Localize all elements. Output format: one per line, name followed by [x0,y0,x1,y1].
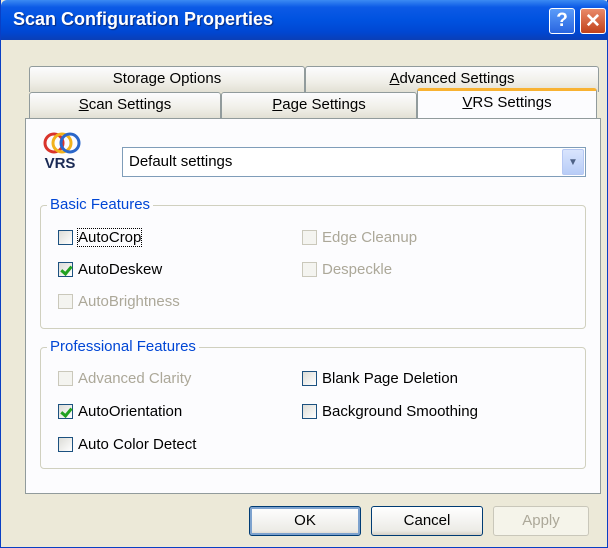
checkbox-label: AutoCrop [76,227,143,247]
window-title: Scan Configuration Properties [13,9,274,29]
tab-label: Storage Options [112,70,222,87]
tab-vrs-settings[interactable]: VRS Settings [417,88,597,118]
vrs-profile-select[interactable]: Default settings ▼ [122,147,586,177]
checkbox-box[interactable] [58,261,73,277]
professional-features-title: Professional Features [47,338,199,355]
advanced-clarity-checkbox[interactable]: Advanced Clarity [58,367,191,389]
vrs-profile-value: Default settings [129,153,233,170]
chevron-down-icon[interactable]: ▼ [562,149,584,175]
dialog-window: Scan Configuration Properties ? ✕ Storag… [0,0,608,548]
auto-color-detect-checkbox[interactable]: Auto Color Detect [58,433,196,455]
checkbox-label: Background Smoothing [322,402,478,420]
background-smoothing-checkbox[interactable]: Background Smoothing [302,400,478,422]
close-button[interactable]: ✕ [580,8,606,34]
checkbox-box[interactable] [58,229,73,245]
blank-page-deletion-checkbox[interactable]: Blank Page Deletion [302,367,458,389]
checkbox-box[interactable] [302,229,317,245]
tab-label: Page Settings [272,96,366,113]
checkbox-box[interactable] [58,436,73,452]
vrs-logo-icon: VRS [40,129,84,177]
vrs-settings-panel: VRS Default settings ▼ Basic Features Au… [25,118,601,494]
checkbox-box[interactable] [302,261,317,277]
vrs-logo-text: VRS [44,155,76,172]
checkbox-box[interactable] [58,403,73,419]
tab-scan-settings[interactable]: Scan Settings [29,92,221,118]
cancel-button[interactable]: Cancel [371,506,483,536]
despeckle-checkbox[interactable]: Despeckle [302,258,392,280]
help-icon: ? [556,10,568,31]
close-icon: ✕ [585,10,601,32]
tab-label: Scan Settings [78,96,172,113]
checkbox-box[interactable] [302,403,317,419]
ok-button[interactable]: OK [249,506,361,536]
title-bar: Scan Configuration Properties ? ✕ [1,0,608,40]
checkbox-label: AutoDeskew [78,260,163,278]
tab-label: VRS Settings [462,94,552,111]
checkbox-box[interactable] [58,370,73,386]
checkbox-label: Advanced Clarity [78,369,192,387]
tab-label: Advanced Settings [389,70,515,87]
checkbox-label: AutoOrientation [78,402,183,420]
checkbox-box[interactable] [302,370,317,386]
apply-button[interactable]: Apply [493,506,589,536]
autodeskew-checkbox[interactable]: AutoDeskew [58,258,162,280]
basic-features-title: Basic Features [47,196,154,213]
tab-page-settings[interactable]: Page Settings [221,92,417,118]
edge-cleanup-checkbox[interactable]: Edge Cleanup [302,226,417,248]
tab-storage-options[interactable]: Storage Options [29,66,305,92]
vrs-logo-rings [43,132,81,154]
autobrightness-checkbox[interactable]: AutoBrightness [58,290,180,312]
help-button[interactable]: ? [549,8,575,34]
checkbox-label: AutoBrightness [78,292,180,310]
checkbox-label: Auto Color Detect [78,435,197,453]
checkbox-label: Edge Cleanup [322,228,418,246]
autocrop-checkbox[interactable]: AutoCrop [58,226,143,248]
autoorientation-checkbox[interactable]: AutoOrientation [58,400,182,422]
checkbox-label: Blank Page Deletion [322,369,458,387]
checkbox-label: Despeckle [322,260,393,278]
checkbox-box[interactable] [58,293,73,309]
